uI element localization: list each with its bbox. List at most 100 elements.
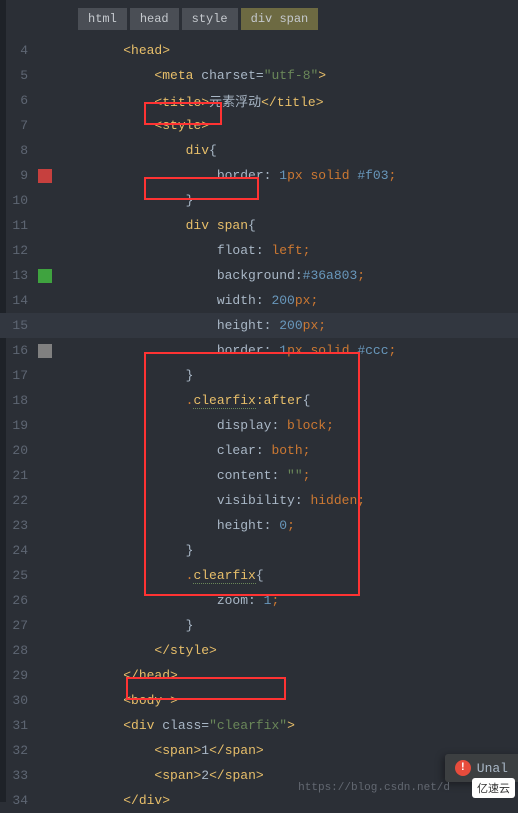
code-content[interactable]: <meta charset="utf-8">	[92, 68, 326, 83]
line-number: 26	[0, 593, 38, 608]
code-line[interactable]: 14 width: 200px;	[0, 288, 518, 313]
code-line[interactable]: 18 .clearfix:after{	[0, 388, 518, 413]
gutter-marker	[38, 719, 52, 733]
code-line[interactable]: 16 border: 1px solid #ccc;	[0, 338, 518, 363]
gutter-marker	[38, 294, 52, 308]
code-content[interactable]: visibility: hidden;	[92, 493, 365, 508]
line-number: 25	[0, 568, 38, 583]
gutter-marker	[38, 194, 52, 208]
code-line[interactable]: 27 }	[0, 613, 518, 638]
line-number: 12	[0, 243, 38, 258]
code-content[interactable]: }	[92, 368, 193, 383]
code-line[interactable]: 23 height: 0;	[0, 513, 518, 538]
gutter-marker	[38, 669, 52, 683]
line-number: 8	[0, 143, 38, 158]
line-number: 20	[0, 443, 38, 458]
code-content[interactable]: float: left;	[92, 243, 310, 258]
code-content[interactable]: <head>	[92, 43, 170, 58]
code-content[interactable]: <style>	[92, 118, 209, 133]
code-content[interactable]: zoom: 1;	[92, 593, 279, 608]
line-number: 16	[0, 343, 38, 358]
gutter-marker	[38, 594, 52, 608]
code-line[interactable]: 4 <head>	[0, 38, 518, 63]
breadcrumb-item[interactable]: html	[78, 8, 127, 30]
breadcrumb-item[interactable]: style	[182, 8, 238, 30]
code-content[interactable]: }	[92, 543, 193, 558]
code-content[interactable]: clear: both;	[92, 443, 310, 458]
gutter-marker	[38, 569, 52, 583]
code-line[interactable]: 26 zoom: 1;	[0, 588, 518, 613]
line-number: 10	[0, 193, 38, 208]
code-line[interactable]: 11 div span{	[0, 213, 518, 238]
code-content[interactable]: <title>元素浮动</title>	[92, 91, 324, 110]
code-content[interactable]: }	[92, 618, 193, 633]
error-icon: !	[455, 760, 471, 776]
code-line[interactable]: 32 <span>1</span>	[0, 738, 518, 763]
notification-text: Unal	[477, 761, 508, 776]
line-number: 5	[0, 68, 38, 83]
code-line[interactable]: 15 height: 200px;	[0, 313, 518, 338]
code-content[interactable]: </div>	[92, 793, 170, 808]
code-content[interactable]: background:#36a803;	[92, 268, 365, 283]
gutter-marker	[38, 519, 52, 533]
code-line[interactable]: 13 background:#36a803;	[0, 263, 518, 288]
breadcrumb-item[interactable]: div span	[241, 8, 319, 30]
code-line[interactable]: 17 }	[0, 363, 518, 388]
code-line[interactable]: 28 </style>	[0, 638, 518, 663]
code-line[interactable]: 30 <body >	[0, 688, 518, 713]
code-editor[interactable]: 4 <head>5 <meta charset="utf-8">6 <title…	[0, 38, 518, 802]
line-number: 4	[0, 43, 38, 58]
code-line[interactable]: 29 </head>	[0, 663, 518, 688]
code-line[interactable]: 19 display: block;	[0, 413, 518, 438]
code-line[interactable]: 24 }	[0, 538, 518, 563]
line-number: 33	[0, 768, 38, 783]
code-line[interactable]: 20 clear: both;	[0, 438, 518, 463]
code-line[interactable]: 5 <meta charset="utf-8">	[0, 63, 518, 88]
gutter-marker	[38, 69, 52, 83]
line-number: 18	[0, 393, 38, 408]
code-content[interactable]: .clearfix:after{	[92, 393, 310, 408]
code-content[interactable]: }	[92, 193, 193, 208]
code-content[interactable]: border: 1px solid #f03;	[92, 168, 396, 183]
code-content[interactable]: .clearfix{	[92, 568, 264, 583]
line-number: 14	[0, 293, 38, 308]
gutter-marker	[38, 119, 52, 133]
code-content[interactable]: </head>	[92, 668, 178, 683]
code-line[interactable]: 25 .clearfix{	[0, 563, 518, 588]
gutter-marker	[38, 219, 52, 233]
code-content[interactable]: display: block;	[92, 418, 334, 433]
code-content[interactable]: height: 200px;	[92, 318, 326, 333]
code-line[interactable]: 12 float: left;	[0, 238, 518, 263]
code-line[interactable]: 10 }	[0, 188, 518, 213]
code-content[interactable]: </style>	[92, 643, 217, 658]
line-number: 6	[0, 93, 38, 108]
line-number: 11	[0, 218, 38, 233]
code-content[interactable]: div span{	[92, 218, 256, 233]
code-content[interactable]: <div class="clearfix">	[92, 718, 295, 733]
line-number: 34	[0, 793, 38, 808]
gutter-marker	[38, 494, 52, 508]
code-content[interactable]: content: "";	[92, 468, 310, 483]
code-content[interactable]: <span>1</span>	[92, 743, 264, 758]
code-content[interactable]: div{	[92, 143, 217, 158]
line-number: 22	[0, 493, 38, 508]
code-content[interactable]: height: 0;	[92, 518, 295, 533]
line-number: 29	[0, 668, 38, 683]
code-line[interactable]: 21 content: "";	[0, 463, 518, 488]
code-line[interactable]: 9 border: 1px solid #f03;	[0, 163, 518, 188]
code-line[interactable]: 22 visibility: hidden;	[0, 488, 518, 513]
breadcrumb: htmlheadstylediv span	[78, 8, 318, 30]
code-line[interactable]: 7 <style>	[0, 113, 518, 138]
line-number: 21	[0, 468, 38, 483]
code-line[interactable]: 6 <title>元素浮动</title>	[0, 88, 518, 113]
code-content[interactable]: width: 200px;	[92, 293, 318, 308]
code-line[interactable]: 8 div{	[0, 138, 518, 163]
line-number: 32	[0, 743, 38, 758]
code-content[interactable]: border: 1px solid #ccc;	[92, 343, 396, 358]
breadcrumb-item[interactable]: head	[130, 8, 179, 30]
code-content[interactable]: <span>2</span>	[92, 768, 264, 783]
code-content[interactable]: <body >	[92, 693, 178, 708]
gutter-marker	[38, 744, 52, 758]
gutter-marker	[38, 694, 52, 708]
code-line[interactable]: 31 <div class="clearfix">	[0, 713, 518, 738]
